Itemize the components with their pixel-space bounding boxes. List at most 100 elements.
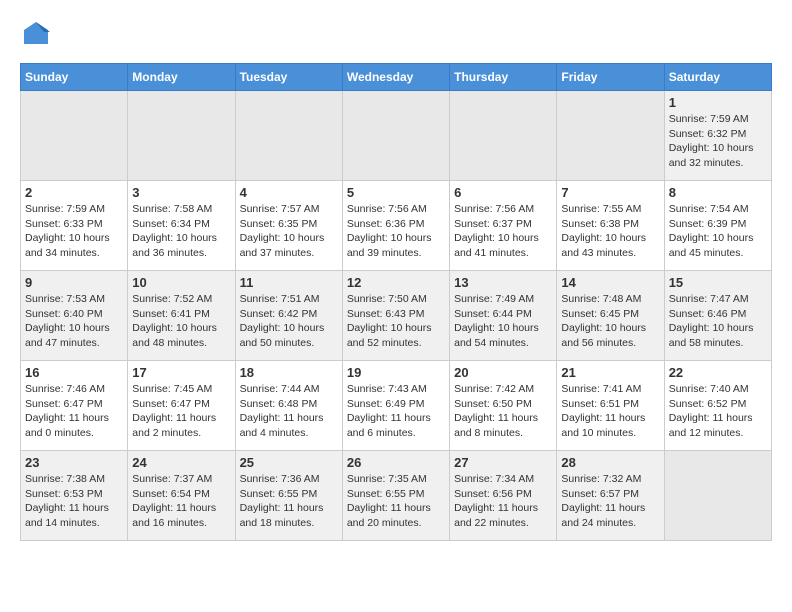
calendar-cell [342,91,449,181]
day-header-tuesday: Tuesday [235,64,342,91]
day-info: Sunrise: 7:58 AMSunset: 6:34 PMDaylight:… [132,202,230,261]
day-header-saturday: Saturday [664,64,771,91]
day-number: 17 [132,365,230,380]
calendar-cell: 1 Sunrise: 7:59 AMSunset: 6:32 PMDaylight… [664,91,771,181]
calendar-cell: 23 Sunrise: 7:38 AMSunset: 6:53 PMDayligh… [21,451,128,541]
day-info: Sunrise: 7:56 AMSunset: 6:37 PMDaylight:… [454,202,552,261]
day-info: Sunrise: 7:38 AMSunset: 6:53 PMDaylight:… [25,472,123,531]
day-number: 25 [240,455,338,470]
day-info: Sunrise: 7:59 AMSunset: 6:33 PMDaylight:… [25,202,123,261]
day-number: 5 [347,185,445,200]
calendar-cell: 18 Sunrise: 7:44 AMSunset: 6:48 PMDayligh… [235,361,342,451]
day-info: Sunrise: 7:57 AMSunset: 6:35 PMDaylight:… [240,202,338,261]
calendar-cell: 12Sunrise: 7:50 AMSunset: 6:43 PMDayligh… [342,271,449,361]
day-info: Sunrise: 7:36 AMSunset: 6:55 PMDaylight:… [240,472,338,531]
day-number: 15 [669,275,767,290]
calendar-cell: 2 Sunrise: 7:59 AMSunset: 6:33 PMDaylight… [21,181,128,271]
day-number: 16 [25,365,123,380]
calendar-cell: 21 Sunrise: 7:41 AMSunset: 6:51 PMDayligh… [557,361,664,451]
day-number: 28 [561,455,659,470]
calendar-week-3: 9 Sunrise: 7:53 AMSunset: 6:40 PMDaylight… [21,271,772,361]
day-info: Sunrise: 7:52 AMSunset: 6:41 PMDaylight:… [132,292,230,351]
day-info: Sunrise: 7:35 AMSunset: 6:55 PMDaylight:… [347,472,445,531]
day-info: Sunrise: 7:46 AMSunset: 6:47 PMDaylight:… [25,382,123,441]
day-info: Sunrise: 7:48 AMSunset: 6:45 PMDaylight:… [561,292,659,351]
day-info: Sunrise: 7:40 AMSunset: 6:52 PMDaylight:… [669,382,767,441]
day-header-friday: Friday [557,64,664,91]
calendar-table: SundayMondayTuesdayWednesdayThursdayFrid… [20,63,772,541]
calendar-cell [128,91,235,181]
calendar-cell: 20Sunrise: 7:42 AMSunset: 6:50 PMDayligh… [450,361,557,451]
day-info: Sunrise: 7:41 AMSunset: 6:51 PMDaylight:… [561,382,659,441]
calendar-cell [21,91,128,181]
calendar-cell: 17Sunrise: 7:45 AMSunset: 6:47 PMDayligh… [128,361,235,451]
day-number: 7 [561,185,659,200]
calendar-week-5: 23 Sunrise: 7:38 AMSunset: 6:53 PMDayligh… [21,451,772,541]
calendar-cell: 27Sunrise: 7:34 AMSunset: 6:56 PMDayligh… [450,451,557,541]
calendar-cell: 13 Sunrise: 7:49 AMSunset: 6:44 PMDayligh… [450,271,557,361]
day-number: 18 [240,365,338,380]
calendar-cell: 25 Sunrise: 7:36 AMSunset: 6:55 PMDayligh… [235,451,342,541]
day-number: 10 [132,275,230,290]
calendar-cell: 22 Sunrise: 7:40 AMSunset: 6:52 PMDayligh… [664,361,771,451]
day-info: Sunrise: 7:47 AMSunset: 6:46 PMDaylight:… [669,292,767,351]
calendar-cell: 5 Sunrise: 7:56 AMSunset: 6:36 PMDaylight… [342,181,449,271]
calendar-cell [235,91,342,181]
day-info: Sunrise: 7:43 AMSunset: 6:49 PMDaylight:… [347,382,445,441]
day-header-thursday: Thursday [450,64,557,91]
calendar-week-2: 2 Sunrise: 7:59 AMSunset: 6:33 PMDaylight… [21,181,772,271]
day-number: 13 [454,275,552,290]
day-number: 24 [132,455,230,470]
calendar-cell: 16 Sunrise: 7:46 AMSunset: 6:47 PMDayligh… [21,361,128,451]
day-header-wednesday: Wednesday [342,64,449,91]
calendar-cell: 6 Sunrise: 7:56 AMSunset: 6:37 PMDaylight… [450,181,557,271]
day-info: Sunrise: 7:59 AMSunset: 6:32 PMDaylight:… [669,112,767,171]
calendar-cell: 9 Sunrise: 7:53 AMSunset: 6:40 PMDaylight… [21,271,128,361]
day-number: 9 [25,275,123,290]
day-number: 3 [132,185,230,200]
day-info: Sunrise: 7:34 AMSunset: 6:56 PMDaylight:… [454,472,552,531]
day-number: 4 [240,185,338,200]
day-number: 19 [347,365,445,380]
day-number: 1 [669,95,767,110]
day-info: Sunrise: 7:54 AMSunset: 6:39 PMDaylight:… [669,202,767,261]
day-number: 22 [669,365,767,380]
day-number: 6 [454,185,552,200]
day-number: 8 [669,185,767,200]
calendar-cell [450,91,557,181]
calendar-header-row: SundayMondayTuesdayWednesdayThursdayFrid… [21,64,772,91]
calendar-cell: 14Sunrise: 7:48 AMSunset: 6:45 PMDayligh… [557,271,664,361]
calendar-cell: 26 Sunrise: 7:35 AMSunset: 6:55 PMDayligh… [342,451,449,541]
day-info: Sunrise: 7:51 AMSunset: 6:42 PMDaylight:… [240,292,338,351]
calendar-cell: 4 Sunrise: 7:57 AMSunset: 6:35 PMDaylight… [235,181,342,271]
calendar-cell: 15 Sunrise: 7:47 AMSunset: 6:46 PMDayligh… [664,271,771,361]
calendar-cell: 11 Sunrise: 7:51 AMSunset: 6:42 PMDayligh… [235,271,342,361]
day-number: 11 [240,275,338,290]
logo [20,20,50,53]
day-header-sunday: Sunday [21,64,128,91]
page-header [20,20,772,53]
calendar-cell: 10 Sunrise: 7:52 AMSunset: 6:41 PMDayligh… [128,271,235,361]
day-header-monday: Monday [128,64,235,91]
day-info: Sunrise: 7:56 AMSunset: 6:36 PMDaylight:… [347,202,445,261]
day-info: Sunrise: 7:44 AMSunset: 6:48 PMDaylight:… [240,382,338,441]
calendar-cell [664,451,771,541]
calendar-week-4: 16 Sunrise: 7:46 AMSunset: 6:47 PMDayligh… [21,361,772,451]
day-info: Sunrise: 7:53 AMSunset: 6:40 PMDaylight:… [25,292,123,351]
calendar-cell: 28 Sunrise: 7:32 AMSunset: 6:57 PMDayligh… [557,451,664,541]
day-info: Sunrise: 7:55 AMSunset: 6:38 PMDaylight:… [561,202,659,261]
calendar-cell: 7 Sunrise: 7:55 AMSunset: 6:38 PMDaylight… [557,181,664,271]
logo-icon [22,20,50,48]
calendar-cell: 19 Sunrise: 7:43 AMSunset: 6:49 PMDayligh… [342,361,449,451]
day-number: 20 [454,365,552,380]
day-number: 12 [347,275,445,290]
calendar-cell: 3 Sunrise: 7:58 AMSunset: 6:34 PMDaylight… [128,181,235,271]
day-number: 21 [561,365,659,380]
day-number: 23 [25,455,123,470]
calendar-cell [557,91,664,181]
calendar-cell: 24Sunrise: 7:37 AMSunset: 6:54 PMDayligh… [128,451,235,541]
day-number: 26 [347,455,445,470]
day-number: 2 [25,185,123,200]
day-info: Sunrise: 7:49 AMSunset: 6:44 PMDaylight:… [454,292,552,351]
day-info: Sunrise: 7:32 AMSunset: 6:57 PMDaylight:… [561,472,659,531]
